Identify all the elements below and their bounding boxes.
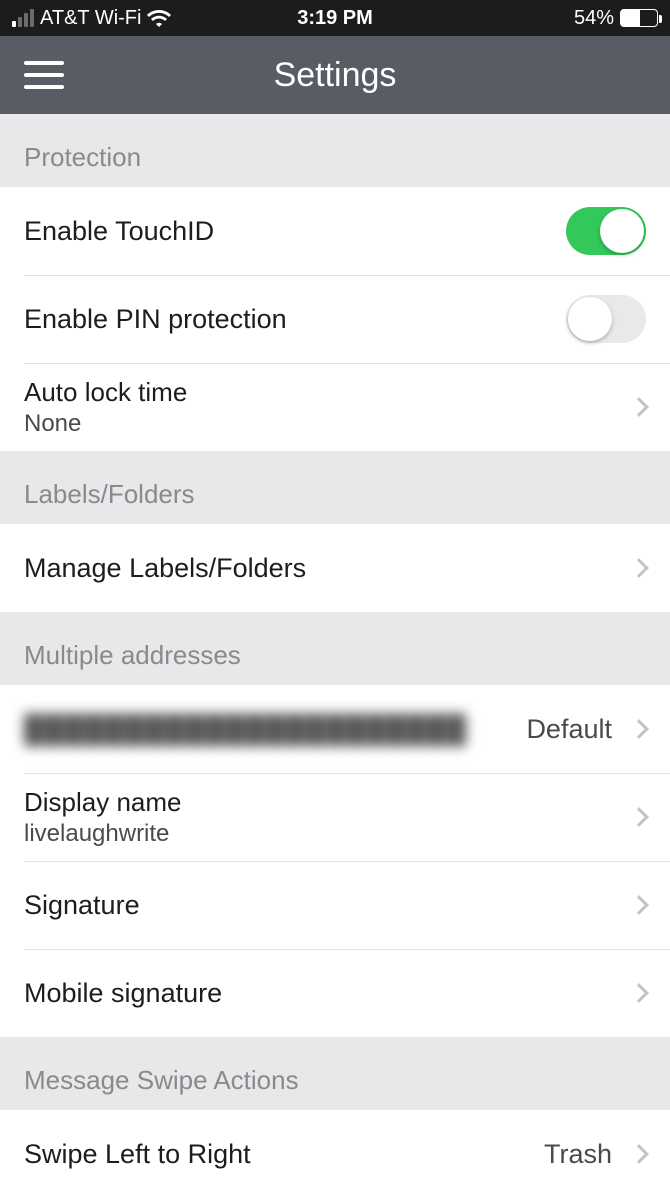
row-swipe-left-to-right[interactable]: Swipe Left to Right Trash (0, 1110, 670, 1198)
chevron-right-icon (629, 719, 649, 739)
section-header-labels: Labels/Folders (0, 451, 670, 524)
battery-percent: 54% (574, 7, 614, 30)
row-display-name[interactable]: Display name livelaughwrite (0, 773, 670, 861)
row-title: Display name (24, 787, 624, 818)
list-addresses: ██████████████████████ Default Display n… (0, 685, 670, 1037)
signal-icon (12, 9, 34, 27)
chevron-right-icon (629, 397, 649, 417)
chevron-right-icon (629, 983, 649, 1003)
row-title: Auto lock time (24, 377, 624, 408)
toggle-touchid[interactable] (566, 207, 646, 255)
row-label: Manage Labels/Folders (24, 553, 624, 584)
row-subtitle: livelaughwrite (24, 820, 624, 848)
row-label: Signature (24, 890, 624, 921)
status-bar: AT&T Wi-Fi 3:19 PM 54% (0, 0, 670, 36)
address-label: ██████████████████████ (24, 714, 526, 745)
row-enable-pin[interactable]: Enable PIN protection (0, 275, 670, 363)
section-header-swipe: Message Swipe Actions (0, 1037, 670, 1110)
list-swipe: Swipe Left to Right Trash (0, 1110, 670, 1198)
page-title: Settings (0, 56, 670, 95)
menu-icon[interactable] (24, 55, 64, 95)
row-label: Enable TouchID (24, 216, 566, 247)
status-right: 54% (373, 7, 658, 30)
row-enable-touchid[interactable]: Enable TouchID (0, 187, 670, 275)
chevron-right-icon (629, 1144, 649, 1164)
section-header-protection: Protection (0, 114, 670, 187)
nav-bar: Settings (0, 36, 670, 114)
status-time: 3:19 PM (297, 7, 373, 30)
row-auto-lock-time[interactable]: Auto lock time None (0, 363, 670, 451)
chevron-right-icon (629, 895, 649, 915)
row-signature[interactable]: Signature (0, 861, 670, 949)
chevron-right-icon (629, 807, 649, 827)
row-mobile-signature[interactable]: Mobile signature (0, 949, 670, 1037)
default-badge: Default (526, 714, 612, 745)
status-left: AT&T Wi-Fi (12, 7, 297, 30)
row-value: Trash (544, 1139, 612, 1170)
section-header-addresses: Multiple addresses (0, 612, 670, 685)
battery-icon (620, 9, 658, 27)
row-label: Swipe Left to Right (24, 1139, 544, 1170)
row-default-address[interactable]: ██████████████████████ Default (0, 685, 670, 773)
chevron-right-icon (629, 558, 649, 578)
row-label: Enable PIN protection (24, 304, 566, 335)
row-manage-labels[interactable]: Manage Labels/Folders (0, 524, 670, 612)
row-subtitle: None (24, 410, 624, 438)
row-label: Mobile signature (24, 978, 624, 1009)
wifi-icon (147, 9, 171, 27)
list-protection: Enable TouchID Enable PIN protection Aut… (0, 187, 670, 451)
carrier-label: AT&T Wi-Fi (40, 7, 141, 30)
list-labels: Manage Labels/Folders (0, 524, 670, 612)
toggle-pin[interactable] (566, 295, 646, 343)
